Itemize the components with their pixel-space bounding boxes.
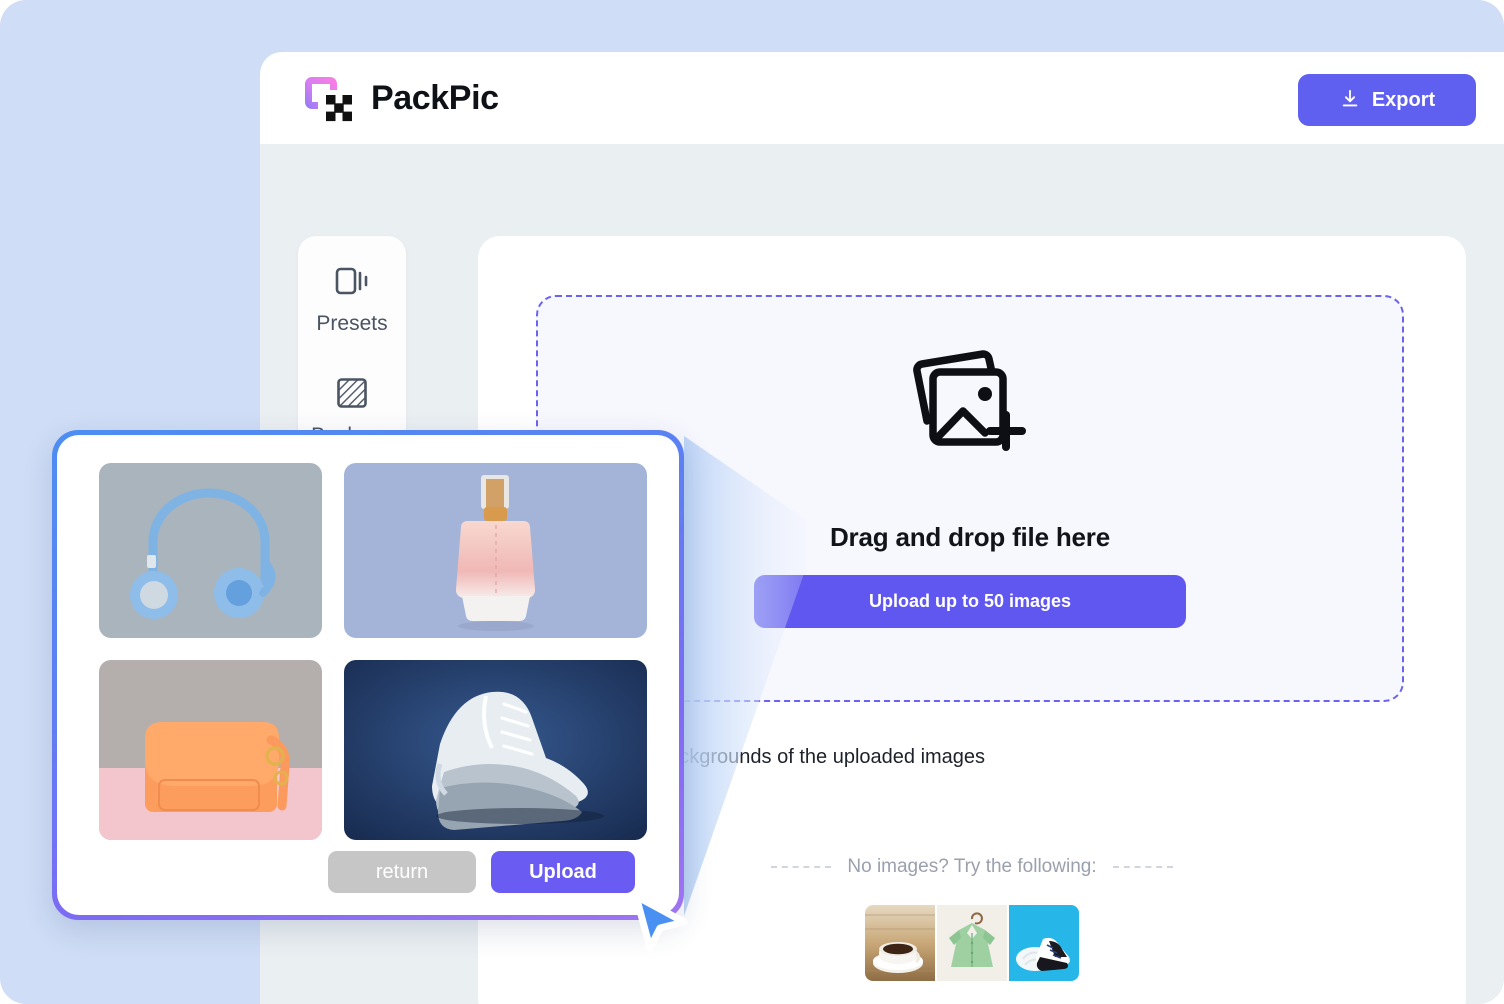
green-shirt-sample[interactable] — [937, 905, 1007, 981]
page-canvas: PackPic Export Presets Drag and drop fil… — [0, 0, 1504, 1004]
headphones-thumb[interactable] — [99, 463, 322, 638]
return-button[interactable]: return — [328, 851, 476, 893]
sneakers-sample[interactable] — [1009, 905, 1079, 981]
upload-confirm-button[interactable]: Upload — [491, 851, 635, 893]
background-hatched-square-icon — [335, 376, 369, 415]
perfume-thumb[interactable] — [344, 463, 647, 638]
download-icon — [1339, 88, 1361, 113]
export-button[interactable]: Export — [1298, 74, 1476, 126]
handbag-thumb[interactable] — [99, 660, 322, 840]
brand: PackPic — [298, 70, 499, 126]
popup-actions: return Upload — [328, 851, 635, 893]
suggestions-heading: No images? Try the following: — [847, 856, 1097, 877]
upload-preview-popup-inner: return Upload — [57, 435, 679, 915]
upload-preview-popup: return Upload — [52, 430, 684, 920]
add-images-icon — [911, 349, 1029, 459]
divider-left — [771, 866, 832, 868]
sneaker-thumb[interactable] — [344, 660, 647, 840]
upload-images-button[interactable]: Upload up to 50 images — [754, 575, 1186, 628]
preview-image-grid — [99, 463, 647, 840]
sidebar-item-presets-label: Presets — [316, 312, 388, 335]
presets-carousel-icon — [332, 264, 372, 303]
app-header: PackPic Export — [260, 52, 1504, 144]
export-button-label: Export — [1371, 88, 1436, 111]
divider-right — [1112, 866, 1173, 868]
coffee-cup-sample[interactable] — [865, 905, 935, 981]
packpic-logo-icon — [298, 70, 354, 126]
pointer-arrow-cursor — [620, 888, 692, 959]
sidebar-item-presets[interactable]: Presets — [298, 264, 406, 336]
app-title: PackPic — [371, 78, 499, 117]
